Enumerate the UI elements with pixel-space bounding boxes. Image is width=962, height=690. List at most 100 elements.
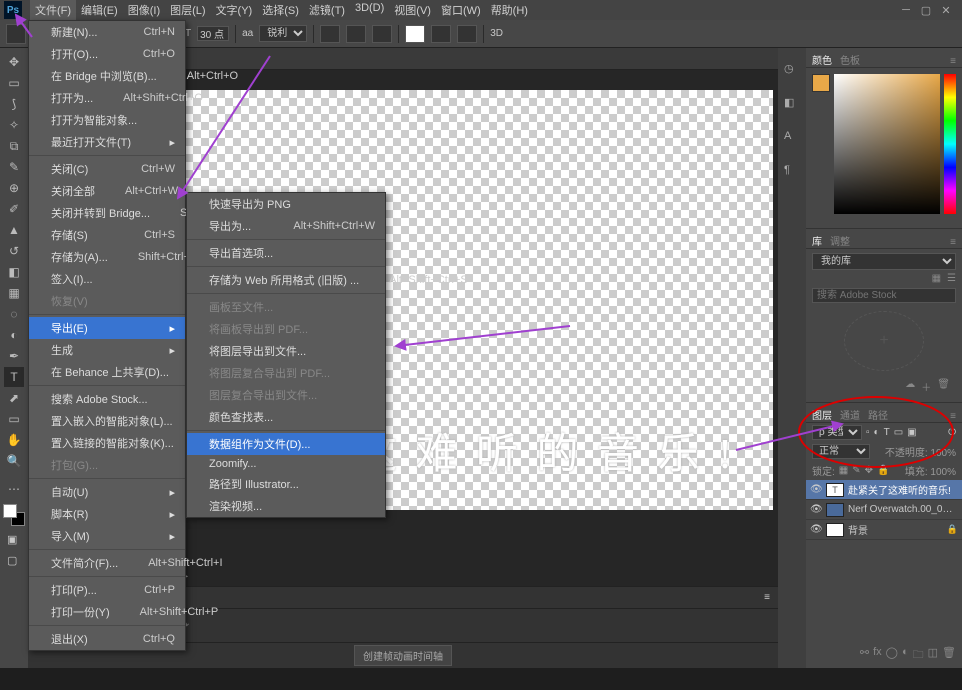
lock-pixels-icon[interactable]: ✎ [852,465,860,476]
lib-view-grid-icon[interactable]: ▦ [932,273,941,284]
lib-add-placeholder[interactable]: + [844,311,924,371]
minimize-button[interactable]: ─ [900,4,912,16]
menu-item[interactable]: 存储(S)Ctrl+S [29,224,185,246]
menu-item[interactable]: 退出(X)Ctrl+Q [29,628,185,650]
color-field[interactable] [834,74,940,214]
color-tab[interactable]: 颜色 [812,52,832,67]
menu-item[interactable]: 打开(O)...Ctrl+O [29,43,185,65]
menu-item[interactable]: 搜索 Adobe Stock... [29,388,185,410]
filter-adj-icon[interactable]: ◐ [874,427,880,438]
history-panel-icon[interactable]: ◷ [784,62,800,78]
menu-帮助[interactable]: 帮助(H) [486,0,533,20]
menu-item[interactable]: 置入嵌入的智能对象(L)... [29,410,185,432]
magic-wand-tool[interactable]: ✧ [4,115,24,135]
path-select-tool[interactable]: ⬈ [4,388,24,408]
color-swatches[interactable] [3,504,25,526]
lib-trash-icon[interactable]: 🗑 [937,379,950,394]
edit-toolbar-icon[interactable]: ⋯ [4,479,24,499]
lib-view-list-icon[interactable]: ☰ [947,273,956,284]
menu-item[interactable]: 新建(N)...Ctrl+N [29,21,185,43]
paths-tab[interactable]: 路径 [868,407,888,422]
screen-mode-toggle[interactable]: ▢ [7,554,21,568]
rect-marquee-tool[interactable]: ▭ [4,73,24,93]
menu-窗口[interactable]: 窗口(W) [436,0,486,20]
adjustment-layer-icon[interactable]: ◐ [902,646,909,665]
tool-preset-icon[interactable] [6,24,26,44]
warp-text-button[interactable] [431,25,451,43]
lock-transparent-icon[interactable]: ▦ [839,465,848,476]
pen-tool[interactable]: ✒ [4,346,24,366]
menu-item[interactable]: 打开为...Alt+Shift+Ctrl+O [29,87,185,109]
crop-tool[interactable]: ⧉ [4,136,24,156]
layer-row[interactable]: 👁背景🔒 [806,520,962,540]
visibility-toggle-icon[interactable]: 👁 [810,524,822,535]
layer-name[interactable]: 背景 [848,522,943,537]
menu-视图[interactable]: 视图(V) [389,0,436,20]
timeline-menu-icon[interactable]: ≡ [764,592,770,603]
lock-all-icon[interactable]: 🔒 [877,465,889,476]
rectangle-tool[interactable]: ▭ [4,409,24,429]
character-panel-button[interactable] [457,25,477,43]
new-layer-icon[interactable]: ◫ [928,646,938,665]
menu-item[interactable]: 最近打开文件(T)▸ [29,131,185,153]
menu-item[interactable]: 签入(I)... [29,268,185,290]
layer-fx-icon[interactable]: fx [873,646,882,665]
color-panel-menu-icon[interactable]: ≡ [950,56,956,67]
blur-tool[interactable]: ◌ [4,304,24,324]
threeD-button[interactable]: 3D [490,28,503,39]
align-right-button[interactable] [372,25,392,43]
menu-图层[interactable]: 图层(L) [165,0,210,20]
menu-item[interactable]: 导出首选项... [187,242,385,264]
paragraph-panel-icon[interactable]: ¶ [784,164,800,180]
menu-编辑[interactable]: 编辑(E) [76,0,123,20]
menu-文件[interactable]: 文件(F) [30,0,76,20]
link-layers-icon[interactable]: ⚯ [860,646,869,665]
menu-item[interactable]: 生成▸ [29,339,185,361]
close-button[interactable]: ✕ [940,4,952,16]
menu-item[interactable]: 将图层导出到文件... [187,340,385,362]
channels-tab[interactable]: 通道 [840,407,860,422]
swatches-tab[interactable]: 色板 [840,52,860,67]
menu-滤镜[interactable]: 滤镜(T) [304,0,350,20]
menu-item[interactable]: 文件简介(F)...Alt+Shift+Ctrl+I [29,552,185,574]
menu-item[interactable]: 颜色查找表... [187,406,385,428]
adjustments-tab[interactable]: 调整 [830,233,850,248]
menu-item[interactable]: 打印(P)...Ctrl+P [29,579,185,601]
gradient-tool[interactable]: ▦ [4,283,24,303]
layer-name[interactable]: Nerf Overwatch.00_00_2... [848,504,958,515]
antialias-select[interactable]: 锐利 [259,25,307,42]
menu-item[interactable]: Zoomify... [187,455,385,473]
menu-item[interactable]: 导入(M)▸ [29,525,185,547]
menu-选择[interactable]: 选择(S) [257,0,304,20]
brush-tool[interactable]: ✐ [4,199,24,219]
hand-tool[interactable]: ✋ [4,430,24,450]
dodge-tool[interactable]: ◐ [4,325,24,345]
history-brush-tool[interactable]: ↺ [4,241,24,261]
menu-item[interactable]: 打印一份(Y)Alt+Shift+Ctrl+P [29,601,185,623]
delete-layer-icon[interactable]: 🗑 [942,646,956,665]
menu-item[interactable]: 导出为...Alt+Shift+Ctrl+W [187,215,385,237]
menu-item[interactable]: 关闭并转到 Bridge...Shift+Ctrl+W [29,202,185,224]
menu-item[interactable]: 路径到 Illustrator... [187,473,385,495]
zoom-tool[interactable]: 🔍 [4,451,24,471]
menu-item[interactable]: 数据组作为文件(D)... [187,433,385,455]
library-select[interactable]: 我的库 [812,253,956,270]
type-tool[interactable]: T [4,367,24,387]
layers-tab[interactable]: 图层 [812,407,832,422]
menu-item[interactable]: 快速导出为 PNG [187,193,385,215]
layer-filter-type[interactable]: ρ 类型 [812,425,862,440]
lib-cloud-icon[interactable]: ☁ [905,379,915,394]
menu-item[interactable]: 置入链接的智能对象(K)... [29,432,185,454]
menu-item[interactable]: 导出(E)▸ [29,317,185,339]
menu-图像[interactable]: 图像(I) [123,0,165,20]
layers-panel-menu-icon[interactable]: ≡ [950,411,956,422]
menu-item[interactable]: 存储为(A)...Shift+Ctrl+S [29,246,185,268]
lasso-tool[interactable]: ⟆ [4,94,24,114]
character-panel-icon[interactable]: A [784,130,800,146]
lib-panel-menu-icon[interactable]: ≡ [950,237,956,248]
opacity-value[interactable]: 100% [930,448,956,459]
font-size-input[interactable] [197,26,229,41]
healing-tool[interactable]: ⊕ [4,178,24,198]
fill-value[interactable]: 100% [930,467,956,478]
menu-文字[interactable]: 文字(Y) [211,0,258,20]
